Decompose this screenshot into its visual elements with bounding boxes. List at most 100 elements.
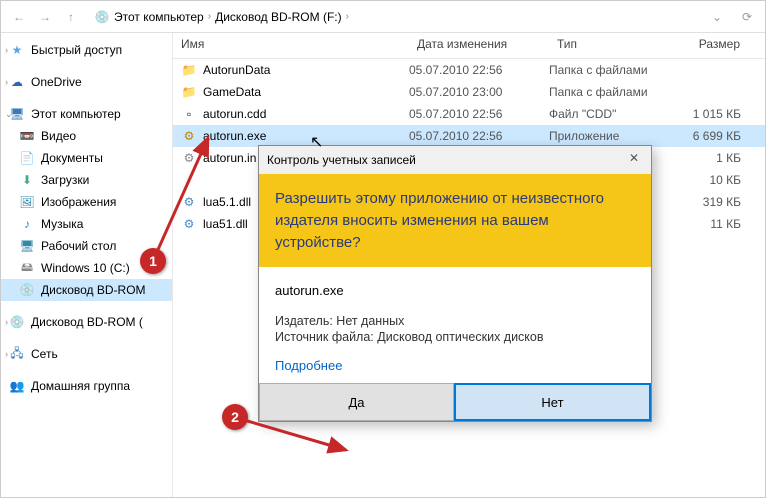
sidebar-video[interactable]: 📼 Видео (1, 125, 172, 147)
file-size: 1 015 КБ (669, 107, 749, 121)
sidebar-network[interactable]: › 🖧 Сеть (1, 343, 172, 365)
col-size[interactable]: Размер (669, 33, 749, 58)
sidebar-documents[interactable]: 📄 Документы (1, 147, 172, 169)
file-name: lua51.dll (203, 217, 248, 231)
uac-question: Разрешить этому приложению от неизвестно… (259, 174, 651, 267)
file-row[interactable]: 📁 GameData 05.07.2010 23:00Папка с файлами (173, 81, 765, 103)
disc-icon: 💿 (19, 282, 35, 298)
chevron-icon: › (5, 77, 8, 87)
sidebar-bdrom2[interactable]: › 💿 Дисковод BD-ROM ( (1, 311, 172, 333)
sidebar-item-label: Документы (41, 151, 103, 165)
sidebar-this-pc[interactable]: ⌄ 🖥 Этот компьютер (1, 103, 172, 125)
file-size: 319 КБ (669, 195, 749, 209)
breadcrumb-drive[interactable]: Дисковод BD-ROM (F:) (215, 10, 342, 24)
file-size: 11 КБ (669, 217, 749, 231)
yes-button[interactable]: Да (259, 383, 454, 421)
sidebar-music[interactable]: ♪ Музыка (1, 213, 172, 235)
uac-dialog: Контроль учетных записей ✕ Разрешить это… (258, 145, 652, 422)
sidebar-item-label: Видео (41, 129, 76, 143)
file-size: 10 КБ (669, 173, 749, 187)
sidebar-item-label: Изображения (41, 195, 116, 209)
breadcrumb-root[interactable]: Этот компьютер (114, 10, 204, 24)
sidebar-item-label: OneDrive (31, 75, 82, 89)
file-icon: ⚙ (181, 216, 197, 232)
drive-icon: 🖴 (19, 260, 35, 276)
file-size: 1 КБ (669, 151, 749, 165)
video-icon: 📼 (19, 128, 35, 144)
breadcrumb[interactable]: 💿 Этот компьютер › Дисковод BD-ROM (F:) … (89, 6, 699, 28)
file-date: 05.07.2010 22:56 (409, 63, 549, 77)
file-name: autorun.in (203, 151, 256, 165)
up-button[interactable]: ↑ (59, 5, 83, 29)
file-type: Папка с файлами (549, 63, 669, 77)
uac-app-name: autorun.exe (275, 283, 635, 298)
sidebar-item-label: Дисковод BD-ROM ( (31, 315, 143, 329)
sidebar-bdrom[interactable]: 💿 Дисковод BD-ROM (1, 279, 172, 301)
file-name: AutorunData (203, 63, 270, 77)
star-icon: ★ (9, 42, 25, 58)
sidebar-images[interactable]: 🖼 Изображения (1, 191, 172, 213)
close-button[interactable]: ✕ (625, 151, 643, 169)
file-icon: 📁 (181, 62, 197, 78)
sidebar-item-label: Этот компьютер (31, 107, 121, 121)
file-date: 05.07.2010 22:56 (409, 107, 549, 121)
dropdown-button[interactable]: ⌄ (705, 5, 729, 29)
file-size: 6 699 КБ (669, 129, 749, 143)
sidebar-item-label: Домашняя группа (31, 379, 130, 393)
file-icon: 📁 (181, 84, 197, 100)
chevron-icon: › (5, 349, 8, 359)
column-headers: Имя Дата изменения Тип Размер (173, 33, 765, 59)
uac-publisher: Издатель: Нет данных (275, 314, 635, 328)
file-icon: ▫ (181, 172, 197, 188)
desktop-icon: 🖥 (19, 238, 35, 254)
uac-title-text: Контроль учетных записей (267, 153, 416, 167)
file-icon: ⚙ (181, 150, 197, 166)
sidebar-item-label: Дисковод BD-ROM (41, 283, 146, 297)
file-type: Приложение (549, 129, 669, 143)
network-icon: 🖧 (9, 346, 25, 362)
back-button[interactable]: ← (7, 5, 31, 29)
col-name[interactable]: Имя (173, 33, 409, 58)
col-type[interactable]: Тип (549, 33, 669, 58)
sidebar-item-label: Быстрый доступ (31, 43, 122, 57)
callout-1: 1 (140, 248, 166, 274)
refresh-button[interactable]: ⟳ (735, 5, 759, 29)
file-icon: ⚙ (181, 128, 197, 144)
file-name: GameData (203, 85, 261, 99)
file-name: autorun.exe (203, 129, 266, 143)
file-row[interactable]: 📁 AutorunData 05.07.2010 22:56Папка с файл… (173, 59, 765, 81)
uac-more-link[interactable]: Подробнее (275, 358, 635, 373)
document-icon: 📄 (19, 150, 35, 166)
sidebar-item-label: Рабочий стол (41, 239, 116, 253)
sidebar-item-label: Музыка (41, 217, 83, 231)
chevron-icon: › (5, 317, 8, 327)
col-date[interactable]: Дата изменения (409, 33, 549, 58)
file-name: lua5.1.dll (203, 195, 251, 209)
sidebar-downloads[interactable]: ⬇ Загрузки (1, 169, 172, 191)
homegroup-icon: 👥 (9, 378, 25, 394)
sidebar-quick-access[interactable]: › ★ Быстрый доступ (1, 39, 172, 61)
chevron-down-icon: ⌄ (5, 109, 13, 120)
file-icon: ⚙ (181, 194, 197, 210)
file-type: Папка с файлами (549, 85, 669, 99)
callout-2: 2 (222, 404, 248, 430)
file-type: Файл "CDD" (549, 107, 669, 121)
sidebar-item-label: Сеть (31, 347, 58, 361)
no-button[interactable]: Нет (454, 383, 651, 421)
file-row[interactable]: ⚙ autorun.exe 05.07.2010 22:56Приложение6 … (173, 125, 765, 147)
uac-source: Источник файла: Дисковод оптических диск… (275, 330, 635, 344)
cursor-icon: ↖ (310, 132, 323, 152)
chevron-right-icon: › (208, 11, 211, 22)
file-date: 05.07.2010 22:56 (409, 129, 549, 143)
forward-button[interactable]: → (33, 5, 57, 29)
file-name: autorun.cdd (203, 107, 266, 121)
file-date: 05.07.2010 23:00 (409, 85, 549, 99)
sidebar-homegroup[interactable]: 👥 Домашняя группа (1, 375, 172, 397)
image-icon: 🖼 (19, 194, 35, 210)
download-icon: ⬇ (19, 172, 35, 188)
address-bar: ← → ↑ 💿 Этот компьютер › Дисковод BD-ROM… (1, 1, 765, 33)
sidebar-onedrive[interactable]: › ☁ OneDrive (1, 71, 172, 93)
file-row[interactable]: ▫autorun.cdd05.07.2010 22:56Файл "CDD"1 … (173, 103, 765, 125)
sidebar-item-label: Windows 10 (C:) (41, 261, 130, 275)
cloud-icon: ☁ (9, 74, 25, 90)
